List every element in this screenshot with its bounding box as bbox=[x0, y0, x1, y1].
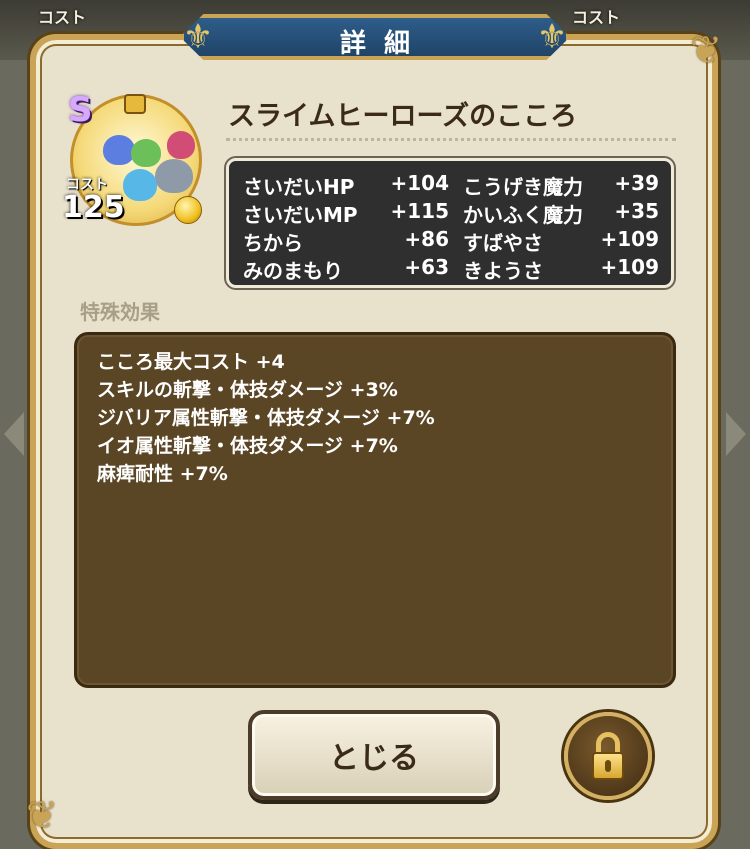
stat-value: +63 bbox=[404, 255, 449, 279]
close-button[interactable]: とじる bbox=[248, 710, 500, 800]
rank-badge: S bbox=[68, 90, 93, 130]
item-name: スライムヒーローズのこころ bbox=[228, 101, 578, 132]
stat-name: さいだいMP bbox=[243, 203, 358, 227]
gold-orb-icon bbox=[174, 196, 202, 224]
slime-icon bbox=[167, 131, 195, 159]
effect-line: イオ属性斬撃・体技ダメージ +7% bbox=[97, 435, 398, 457]
slime-icon bbox=[155, 159, 193, 193]
stat-name: きようさ bbox=[463, 259, 543, 283]
stat-value: +104 bbox=[390, 171, 449, 195]
stat-name: こうげき魔力 bbox=[463, 175, 583, 199]
background-cost-label-left: コスト bbox=[38, 8, 87, 27]
stat-value: +86 bbox=[404, 227, 449, 251]
stat-value: +109 bbox=[600, 227, 659, 251]
stat-value: +115 bbox=[390, 199, 449, 223]
effect-line: こころ最大コスト +4 bbox=[97, 351, 285, 373]
stat-value: +109 bbox=[600, 255, 659, 279]
stat-name: さいだいHP bbox=[243, 175, 355, 199]
stat-name: ちから bbox=[243, 231, 303, 255]
corner-ornament-icon: ❦ bbox=[26, 793, 58, 837]
corner-ornament-icon: ❦ bbox=[690, 28, 722, 72]
title-banner: ⚜ ⚜ 詳細 bbox=[160, 6, 590, 68]
stat-name: すばやさ bbox=[463, 231, 543, 255]
special-effects-label: 特殊効果 bbox=[80, 300, 160, 324]
next-arrow-icon[interactable] bbox=[726, 412, 746, 456]
stat-value: +35 bbox=[614, 199, 659, 223]
slime-icon bbox=[123, 169, 157, 201]
effect-line: 麻痺耐性 +7% bbox=[97, 463, 228, 485]
prev-arrow-icon[interactable] bbox=[4, 412, 24, 456]
special-effects-panel[interactable]: こころ最大コスト +4 スキルの斬撃・体技ダメージ +3% ジバリア属性斬撃・体… bbox=[74, 332, 676, 688]
stat-value: +39 bbox=[614, 171, 659, 195]
slime-icon bbox=[131, 139, 161, 167]
stat-name: みのまもり bbox=[243, 259, 343, 283]
cost-value: 125 bbox=[62, 190, 125, 225]
stats-panel: さいだいHP +104 さいだいMP +115 ちから +86 みのまもり +6… bbox=[226, 158, 674, 288]
lock-keyhole bbox=[605, 760, 611, 772]
divider bbox=[226, 138, 676, 141]
dialog-title: 詳細 bbox=[339, 29, 428, 59]
item-icon: S コスト 125 bbox=[62, 90, 206, 230]
effect-line: スキルの斬撃・体技ダメージ +3% bbox=[97, 379, 398, 401]
stat-name: かいふく魔力 bbox=[463, 203, 583, 227]
lock-icon bbox=[124, 94, 146, 114]
effect-line: ジバリア属性斬撃・体技ダメージ +7% bbox=[97, 407, 435, 429]
lock-button[interactable] bbox=[564, 712, 652, 800]
